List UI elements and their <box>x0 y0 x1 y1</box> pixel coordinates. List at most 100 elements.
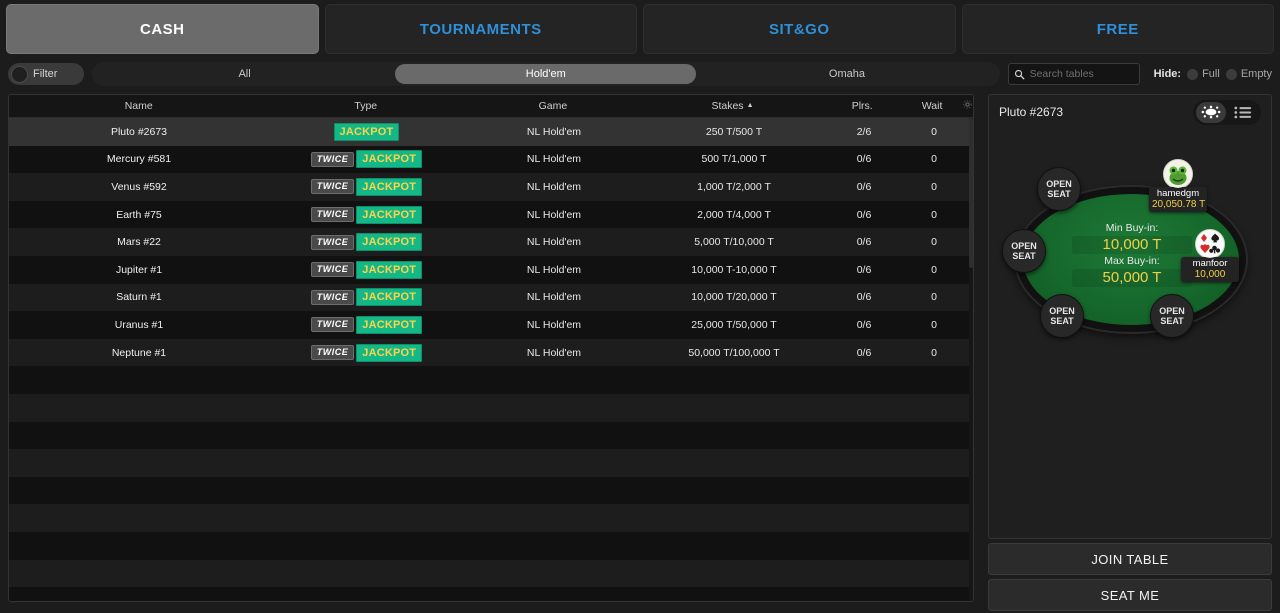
table-row[interactable]: Uranus #1TWICEJACKPOTNL Hold'em25,000 T/… <box>9 311 973 339</box>
hide-filters: Hide: Full Empty <box>1148 68 1272 80</box>
jackpot-badge: JACKPOT <box>356 150 422 168</box>
table-list-scroll-thumb[interactable] <box>969 118 973 268</box>
table-row[interactable]: Mars #22TWICEJACKPOTNL Hold'em5,000 T/10… <box>9 228 973 256</box>
player-seat-manfoor[interactable]: manfoor 10,000 <box>1181 229 1239 282</box>
jackpot-badge: JACKPOT <box>356 206 422 224</box>
table-row[interactable]: Mercury #581TWICEJACKPOTNL Hold'em500 T/… <box>9 146 973 174</box>
table-row-players: 0/6 <box>824 236 904 248</box>
table-row-name: Earth #75 <box>9 209 269 221</box>
table-row-game: NL Hold'em <box>464 319 644 331</box>
jackpot-badge: JACKPOT <box>356 233 422 251</box>
lobby-tabs: CASH TOURNAMENTS SIT&GO FREE <box>0 0 1280 56</box>
table-row-game: NL Hold'em <box>464 236 644 248</box>
open-seat-line1: OPEN <box>1011 241 1037 251</box>
list-view-icon[interactable] <box>1228 102 1258 123</box>
filter-bar: Filter All Hold'em Omaha Hide: Full Empt… <box>8 60 1272 88</box>
twice-badge: TWICE <box>311 317 355 332</box>
table-row-empty <box>9 449 973 477</box>
tab-tournaments[interactable]: TOURNAMENTS <box>325 4 638 54</box>
table-row-wait: 0 <box>904 264 964 276</box>
table-row[interactable]: Venus #592TWICEJACKPOTNL Hold'em1,000 T/… <box>9 173 973 201</box>
table-row-name: Uranus #1 <box>9 319 269 331</box>
table-row-wait: 0 <box>904 319 964 331</box>
search-icon <box>1014 69 1025 80</box>
segment-all[interactable]: All <box>94 64 395 84</box>
hide-full-radio[interactable] <box>1187 69 1198 80</box>
twice-badge: TWICE <box>311 235 355 250</box>
hide-empty-option[interactable]: Empty <box>1226 68 1272 80</box>
join-table-button[interactable]: JOIN TABLE <box>988 543 1272 575</box>
table-row-name: Saturn #1 <box>9 291 269 303</box>
player-stack: 10,000 <box>1184 269 1236 281</box>
table-row-players: 0/6 <box>824 319 904 331</box>
twice-badge: TWICE <box>311 290 355 305</box>
tab-free[interactable]: FREE <box>962 4 1275 54</box>
twice-badge: TWICE <box>311 345 355 360</box>
twice-badge: TWICE <box>311 262 355 277</box>
open-seat-line1: OPEN <box>1159 306 1185 316</box>
max-buyin-value: 50,000 T <box>1072 269 1192 287</box>
table-row-game: NL Hold'em <box>464 209 644 221</box>
table-row-type: TWICEJACKPOT <box>269 316 464 334</box>
column-settings-icon[interactable] <box>962 99 973 113</box>
table-row-name: Jupiter #1 <box>9 264 269 276</box>
player-stack: 20,050.78 T <box>1152 199 1204 211</box>
table-row-type: TWICEJACKPOT <box>269 150 464 168</box>
table-row-wait: 0 <box>904 291 964 303</box>
jackpot-badge: JACKPOT <box>356 344 422 362</box>
seat-me-button[interactable]: SEAT ME <box>988 579 1272 611</box>
table-row-stakes: 5,000 T/10,000 T <box>644 236 824 248</box>
preview-view-toggles <box>1193 100 1261 125</box>
table-row[interactable]: Earth #75TWICEJACKPOTNL Hold'em2,000 T/4… <box>9 201 973 229</box>
table-list-panel: Name Type Game Stakes▲ Plrs. Wait <box>8 94 974 602</box>
hide-full-option[interactable]: Full <box>1187 68 1220 80</box>
jackpot-badge: JACKPOT <box>356 178 422 196</box>
column-header-type[interactable]: Type <box>268 100 463 112</box>
player-info: hamedgm 20,050.78 T <box>1149 187 1207 212</box>
column-header-stakes[interactable]: Stakes▲ <box>643 100 823 112</box>
tab-sitandgo[interactable]: SIT&GO <box>643 4 956 54</box>
column-header-players[interactable]: Plrs. <box>822 100 902 112</box>
table-row[interactable]: Jupiter #1TWICEJACKPOTNL Hold'em10,000 T… <box>9 256 973 284</box>
open-seat-bottom-left[interactable]: OPEN SEAT <box>1040 294 1084 338</box>
filter-toggle[interactable]: Filter <box>8 63 84 85</box>
table-header-row: Name Type Game Stakes▲ Plrs. Wait <box>9 95 973 118</box>
hide-label: Hide: <box>1154 68 1182 80</box>
column-header-name[interactable]: Name <box>9 100 268 112</box>
table-row-empty <box>9 587 973 601</box>
table-row-players: 0/6 <box>824 291 904 303</box>
open-seat-left[interactable]: OPEN SEAT <box>1002 229 1046 273</box>
table-row-empty <box>9 422 973 450</box>
hide-empty-radio[interactable] <box>1226 69 1237 80</box>
column-header-stakes-label: Stakes <box>711 100 743 112</box>
column-header-game[interactable]: Game <box>463 100 643 112</box>
segment-holdem[interactable]: Hold'em <box>395 64 696 84</box>
min-buyin-value: 10,000 T <box>1072 236 1192 254</box>
table-view-icon[interactable] <box>1196 102 1226 123</box>
table-row[interactable]: Saturn #1TWICEJACKPOTNL Hold'em10,000 T/… <box>9 284 973 312</box>
table-list-wrapper: Name Type Game Stakes▲ Plrs. Wait <box>0 90 982 613</box>
tab-cash[interactable]: CASH <box>6 4 319 54</box>
open-seat-bottom-right[interactable]: OPEN SEAT <box>1150 294 1194 338</box>
player-seat-hamedgm[interactable]: hamedgm 20,050.78 T <box>1149 159 1207 212</box>
table-list-scrollbar[interactable] <box>969 118 973 601</box>
search-tables-box[interactable] <box>1008 63 1140 85</box>
open-seat-line2: SEAT <box>1050 316 1073 326</box>
column-header-wait[interactable]: Wait <box>902 100 962 112</box>
table-row-empty <box>9 477 973 505</box>
segment-omaha-label: Omaha <box>829 68 865 80</box>
table-row-stakes: 10,000 T/20,000 T <box>644 291 824 303</box>
tab-free-label: FREE <box>1097 21 1139 38</box>
table-row-stakes: 25,000 T/50,000 T <box>644 319 824 331</box>
table-row[interactable]: Pluto #2673JACKPOTNL Hold'em250 T/500 T2… <box>9 118 973 146</box>
table-row-wait: 0 <box>904 347 964 359</box>
search-input[interactable] <box>1030 68 1165 80</box>
max-buyin-label: Max Buy-in: <box>1072 254 1192 269</box>
open-seat-top-left[interactable]: OPEN SEAT <box>1037 167 1081 211</box>
table-row[interactable]: Neptune #1TWICEJACKPOTNL Hold'em50,000 T… <box>9 339 973 367</box>
player-info: manfoor 10,000 <box>1181 257 1239 282</box>
open-seat-line1: OPEN <box>1049 306 1075 316</box>
segment-omaha[interactable]: Omaha <box>696 64 997 84</box>
table-row-wait: 0 <box>904 126 964 138</box>
join-table-label: JOIN TABLE <box>1091 552 1168 567</box>
